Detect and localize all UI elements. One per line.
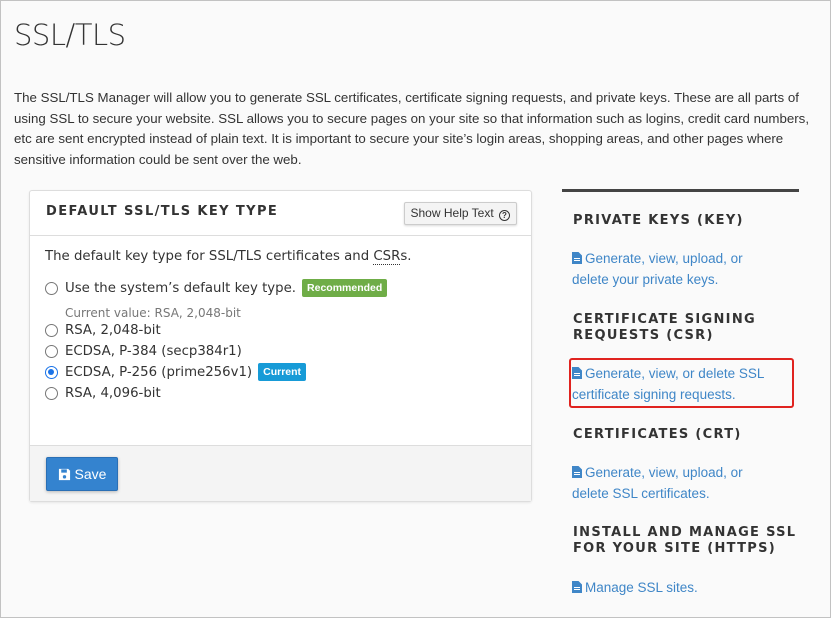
- question-circle-icon: ?: [499, 210, 510, 221]
- radio-ecdsa-p256[interactable]: [45, 365, 58, 379]
- link-certificates[interactable]: Generate, view, upload, or delete SSL ce…: [572, 462, 743, 504]
- radio-system-default[interactable]: [45, 281, 58, 295]
- link-text: Generate, view, upload, or: [585, 465, 743, 480]
- file-icon: [572, 252, 582, 264]
- radio-ecdsa-p384[interactable]: [45, 344, 58, 358]
- option-label: Use the system’s default key type.: [65, 280, 297, 296]
- recommended-badge: Recommended: [302, 279, 388, 297]
- panel-body: The default key type for SSL/TLS certifi…: [30, 236, 531, 446]
- radio-rsa-4096[interactable]: [45, 386, 58, 400]
- option-system-default[interactable]: Use the system’s default key type. Recom…: [45, 278, 388, 298]
- link-text: delete your private keys.: [572, 272, 719, 287]
- link-text: delete SSL certificates.: [572, 486, 710, 501]
- save-label: Save: [74, 466, 107, 482]
- ssl-sidebar: PRIVATE KEYS (KEY) Generate, view, uploa…: [562, 189, 799, 595]
- heading-line: REQUESTS (CSR): [573, 328, 714, 343]
- panel-title: DEFAULT SSL/TLS KEY TYPE: [46, 204, 279, 219]
- page-title: SSL/TLS: [14, 18, 126, 52]
- heading-install-manage: INSTALL AND MANAGE SSL FOR YOUR SITE (HT…: [573, 525, 796, 557]
- option-label: ECDSA, P-384 (secp384r1): [65, 343, 242, 359]
- floppy-disk-icon: [58, 468, 70, 480]
- save-button[interactable]: Save: [46, 457, 118, 491]
- panel-footer: Save: [30, 445, 531, 501]
- heading-certificates: CERTIFICATES (CRT): [573, 427, 742, 442]
- radio-rsa-2048[interactable]: [45, 323, 58, 337]
- file-icon: [572, 466, 582, 478]
- panel-header: DEFAULT SSL/TLS KEY TYPE Show Help Text …: [30, 191, 531, 236]
- csr-abbreviation[interactable]: CSR: [373, 249, 401, 265]
- link-manage-ssl-sites[interactable]: Manage SSL sites.: [572, 577, 698, 598]
- link-private-keys[interactable]: Generate, view, upload, or delete your p…: [572, 248, 743, 290]
- option-label: RSA, 2,048-bit: [65, 322, 161, 338]
- key-type-description: The default key type for SSL/TLS certifi…: [45, 249, 412, 265]
- default-key-type-panel: DEFAULT SSL/TLS KEY TYPE Show Help Text …: [29, 190, 532, 502]
- heading-line: INSTALL AND MANAGE SSL: [573, 525, 797, 540]
- heading-private-keys: PRIVATE KEYS (KEY): [573, 213, 744, 228]
- description-text: The default key type for SSL/TLS certifi…: [45, 249, 374, 264]
- link-text: certificate signing requests.: [572, 387, 736, 402]
- option-label: RSA, 4,096-bit: [65, 385, 161, 401]
- sidebar-divider: [562, 189, 799, 192]
- heading-line: FOR YOUR SITE (HTTPS): [573, 541, 777, 556]
- option-ecdsa-p384[interactable]: ECDSA, P-384 (secp384r1): [45, 341, 242, 361]
- file-icon: [572, 367, 582, 379]
- option-label: ECDSA, P-256 (prime256v1): [65, 364, 253, 380]
- heading-line: CERTIFICATE SIGNING: [573, 312, 756, 327]
- current-badge: Current: [258, 363, 307, 381]
- option-rsa-2048[interactable]: RSA, 2,048-bit: [45, 320, 161, 340]
- file-icon: [572, 581, 582, 593]
- link-text: Generate, view, upload, or: [585, 251, 743, 266]
- option-ecdsa-p256[interactable]: ECDSA, P-256 (prime256v1) Current: [45, 362, 307, 382]
- option-rsa-4096[interactable]: RSA, 4,096-bit: [45, 383, 161, 403]
- show-help-text-button[interactable]: Show Help Text ?: [403, 202, 517, 225]
- heading-csr: CERTIFICATE SIGNING REQUESTS (CSR): [573, 312, 756, 344]
- current-value-text: Current value: RSA, 2,048-bit: [65, 306, 241, 320]
- description-suffix: s.: [400, 249, 412, 264]
- link-text: Generate, view, or delete SSL: [585, 366, 765, 381]
- link-csr[interactable]: Generate, view, or delete SSL certificat…: [569, 358, 794, 408]
- link-text: Manage SSL sites.: [585, 580, 698, 595]
- intro-text: The SSL/TLS Manager will allow you to ge…: [14, 90, 810, 167]
- help-button-label: Show Help Text: [410, 206, 494, 220]
